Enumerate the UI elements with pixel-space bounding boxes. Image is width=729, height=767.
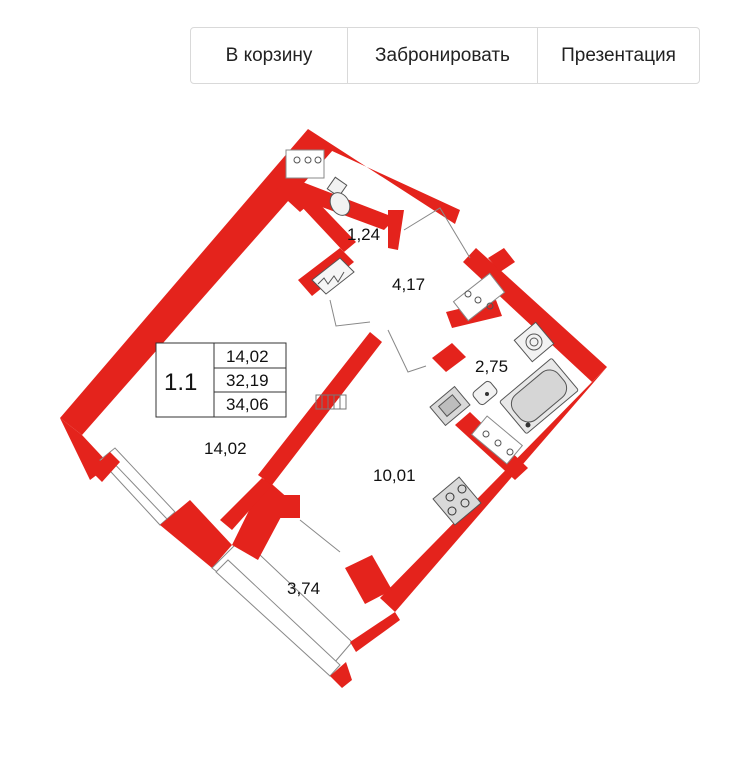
room-area-label: 14,02 [204, 439, 247, 458]
living-area-value: 14,02 [226, 347, 269, 366]
wc-shaft [285, 149, 325, 179]
total-area-value: 32,19 [226, 371, 269, 390]
door-jamb [270, 495, 300, 518]
kitchen-area-label: 10,01 [373, 466, 416, 485]
balcony-area-label: 3,74 [287, 579, 320, 598]
wc-wall-right [388, 210, 404, 250]
hall-area-label: 4,17 [392, 275, 425, 294]
apartment-info-box: 1.1 14,02 32,19 34,06 [155, 342, 287, 418]
apartment-code: 1.1 [164, 369, 197, 396]
sink-icon [472, 380, 498, 406]
bathtub-icon [499, 358, 579, 434]
balcony-door-swing [299, 519, 341, 553]
wc-area-label: 1,24 [347, 225, 380, 244]
bath-wall-door [432, 343, 466, 372]
bathroom-area-label: 2,75 [475, 357, 508, 376]
total-area-with-balcony-value: 34,06 [226, 395, 269, 414]
floor-plan: 1.1 14,02 32,19 34,06 14,02 1,24 4,17 2,… [60, 129, 607, 688]
